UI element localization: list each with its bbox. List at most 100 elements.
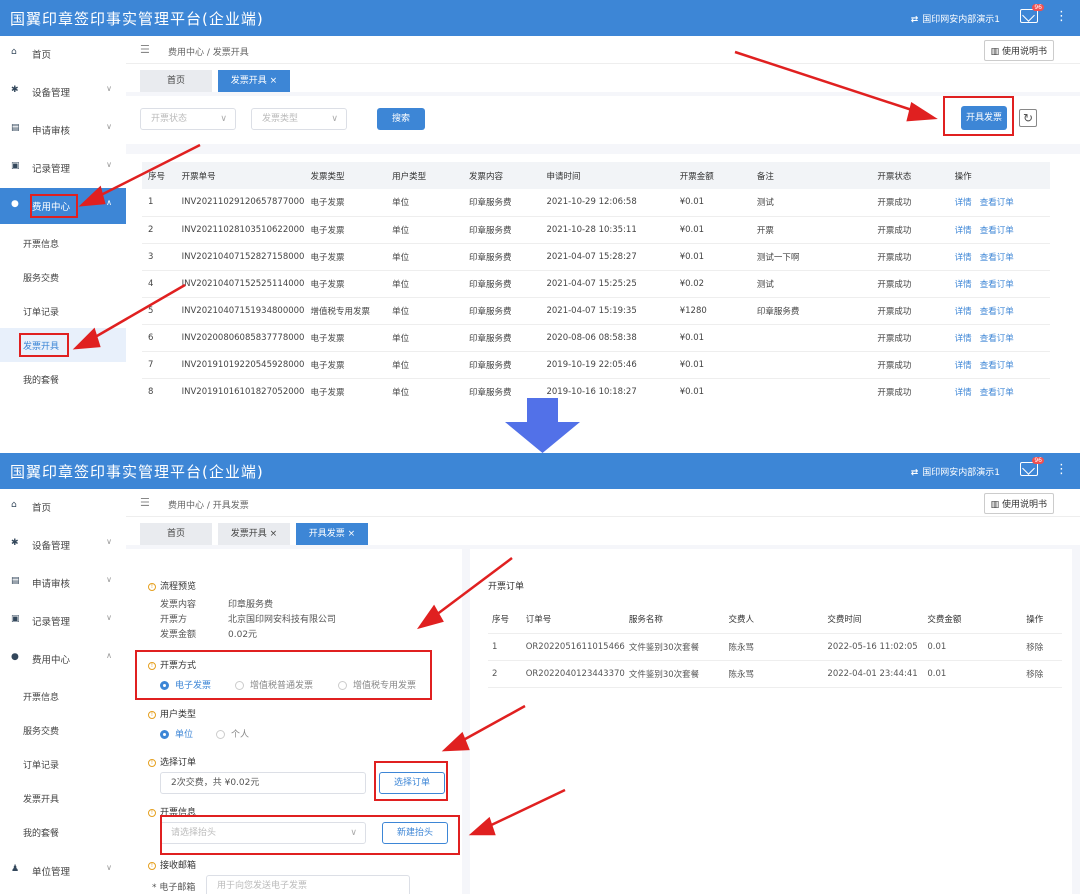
- view-order-link[interactable]: 查看订单: [980, 280, 1014, 290]
- sidebar-item-devices[interactable]: ✱ 设备管理 ∨: [0, 74, 126, 108]
- preview-row: 发票内容 印章服务费: [160, 597, 273, 610]
- switch-icon: ⇄: [910, 468, 919, 478]
- table-row: 1 INV20211029120657877000 电子发票 单位 印章服务费 2021-…: [142, 189, 1050, 217]
- sidebar-sub-invoice-info[interactable]: 开票信息: [0, 226, 126, 260]
- tab-issue-invoice[interactable]: 开具发票 ×: [296, 523, 368, 545]
- invoice-status-select[interactable]: 开票状态 ∨: [140, 108, 236, 130]
- sidebar-item-records[interactable]: ▣ 记录管理 ∨: [0, 603, 126, 637]
- more-icon[interactable]: ⋮: [1055, 462, 1068, 477]
- tab-invoicing[interactable]: 发票开具 ×: [218, 70, 290, 92]
- column-header: 操作: [948, 162, 1050, 189]
- radio-individual[interactable]: 个人: [216, 727, 249, 740]
- cell-amount: ¥0.01: [673, 216, 751, 244]
- cell-no: 6: [142, 324, 176, 352]
- detail-link[interactable]: 详情: [955, 253, 972, 263]
- sidebar-sub-plans[interactable]: 我的套餐: [0, 815, 126, 849]
- detail-link[interactable]: 详情: [955, 334, 972, 344]
- sidebar-item-billing[interactable]: ● 费用中心 ∧: [0, 641, 126, 675]
- detail-link[interactable]: 详情: [955, 198, 972, 208]
- view-order-link[interactable]: 查看订单: [980, 388, 1014, 398]
- tab-invoicing[interactable]: 发票开具 ×: [218, 523, 290, 545]
- cell-note: 开票: [750, 216, 872, 244]
- column-header: 操作: [1022, 605, 1062, 634]
- section-title: 选择订单: [160, 758, 197, 768]
- email-input[interactable]: 用于向您发送电子发票: [206, 875, 410, 894]
- view-order-link[interactable]: 查看订单: [980, 307, 1014, 317]
- selected-orders-field[interactable]: 2次交费，共 ¥0.02元: [160, 772, 366, 794]
- column-header: 发票内容: [463, 162, 541, 189]
- billing-icon: ●: [11, 652, 19, 662]
- sidebar-item-organization[interactable]: ♟ 单位管理 ∨: [0, 853, 126, 887]
- breadcrumb: 费用中心 / 发票开具: [168, 48, 249, 58]
- cell-status: 开票成功: [871, 216, 949, 244]
- table-row: 1 OR2022051611015466 文件鉴别30次套餐 陈永骂 2022-05-1…: [488, 633, 1062, 661]
- sidebar-item-label: 记录管理: [32, 164, 71, 175]
- more-icon[interactable]: ⋮: [1055, 9, 1068, 24]
- breadcrumb-root[interactable]: 费用中心: [168, 501, 204, 511]
- search-button[interactable]: 搜索: [377, 108, 425, 130]
- cell-status: 开票成功: [871, 243, 949, 271]
- cell-content: 印章服务费: [463, 324, 541, 352]
- mail-icon[interactable]: [1020, 462, 1038, 476]
- manual-button[interactable]: ▥ 使用说明书: [983, 40, 1054, 61]
- view-order-link[interactable]: 查看订单: [980, 226, 1014, 236]
- sidebar-item-devices[interactable]: ✱ 设备管理 ∨: [0, 527, 126, 561]
- detail-link[interactable]: 详情: [955, 388, 972, 398]
- sidebar-item-label: 首页: [32, 503, 52, 514]
- view-order-link[interactable]: 查看订单: [980, 361, 1014, 371]
- cell-note: [750, 378, 872, 397]
- sidebar-item-records[interactable]: ▣ 记录管理 ∨: [0, 150, 126, 184]
- sidebar-item-review[interactable]: ▤ 申请审核 ∨: [0, 112, 126, 146]
- column-header: 交费人: [724, 605, 824, 634]
- sidebar-sub-payment[interactable]: 服务交费: [0, 260, 126, 294]
- remove-link[interactable]: 移除: [1022, 633, 1062, 661]
- cell-status: 开票成功: [871, 270, 949, 298]
- home-icon: ⌂: [11, 47, 17, 57]
- sidebar-item-label: 单位管理: [32, 867, 71, 878]
- sidebar-sub-orders[interactable]: 订单记录: [0, 294, 126, 328]
- view-order-link[interactable]: 查看订单: [980, 253, 1014, 263]
- invoice-orders-panel: 开票订单 序号 订单号 服务名称 交费人 交费时间 交费金额 操作 1 OR202…: [470, 549, 1072, 894]
- radio-organization[interactable]: 单位: [160, 727, 193, 740]
- sidebar-item-home[interactable]: ⌂ 首页: [0, 36, 126, 70]
- menu-toggle-icon[interactable]: ☰: [140, 496, 150, 509]
- sidebar-sub-payment[interactable]: 服务交费: [0, 713, 126, 747]
- menu-toggle-icon[interactable]: ☰: [140, 43, 150, 56]
- switch-icon: ⇄: [910, 15, 919, 25]
- account-switcher[interactable]: ⇄ 国印网安内部演示1: [911, 12, 1000, 25]
- sidebar-item-review[interactable]: ▤ 申请审核 ∨: [0, 565, 126, 599]
- remove-link[interactable]: 移除: [1022, 660, 1062, 688]
- manual-button[interactable]: ▥ 使用说明书: [983, 493, 1054, 514]
- detail-link[interactable]: 详情: [955, 280, 972, 290]
- sidebar-sub-invoice-info[interactable]: 开票信息: [0, 679, 126, 713]
- annotation-box-billing: [30, 194, 78, 218]
- cell-no: 7: [142, 351, 176, 379]
- column-header: 开票单号: [175, 162, 305, 189]
- view-order-link[interactable]: 查看订单: [980, 198, 1014, 208]
- sidebar-item-home[interactable]: ⌂ 首页: [0, 489, 126, 523]
- account-switcher[interactable]: ⇄ 国印网安内部演示1: [911, 465, 1000, 478]
- refresh-icon[interactable]: ↻: [1019, 109, 1037, 127]
- tab-home[interactable]: 首页: [140, 523, 212, 545]
- radio-icon: [160, 730, 169, 739]
- detail-link[interactable]: 详情: [955, 307, 972, 317]
- mail-icon[interactable]: [1020, 9, 1038, 23]
- detail-link[interactable]: 详情: [955, 361, 972, 371]
- cell-user-type: 单位: [386, 378, 464, 397]
- invoice-type-select[interactable]: 发票类型 ∨: [251, 108, 347, 130]
- select-placeholder: 开票状态: [151, 114, 188, 124]
- sidebar-sub-plans[interactable]: 我的套餐: [0, 362, 126, 396]
- sidebar-sub-invoicing[interactable]: 发票开具: [0, 781, 126, 815]
- cell-user-type: 单位: [386, 351, 464, 379]
- view-order-link[interactable]: 查看订单: [980, 334, 1014, 344]
- select-placeholder: 发票类型: [262, 114, 299, 124]
- cell-amount: 0.01: [923, 633, 1023, 661]
- cell-type: 电子发票: [304, 189, 387, 217]
- detail-link[interactable]: 详情: [955, 226, 972, 236]
- sidebar-sub-orders[interactable]: 订单记录: [0, 747, 126, 781]
- account-name: 国印网安内部演示1: [922, 15, 1000, 25]
- tab-home[interactable]: 首页: [140, 70, 212, 92]
- breadcrumb-root[interactable]: 费用中心: [168, 48, 204, 58]
- breadcrumb-current: 发票开具: [212, 48, 249, 58]
- breadcrumb-bar: ☰ 费用中心 / 开具发票 ▥ 使用说明书: [126, 489, 1080, 517]
